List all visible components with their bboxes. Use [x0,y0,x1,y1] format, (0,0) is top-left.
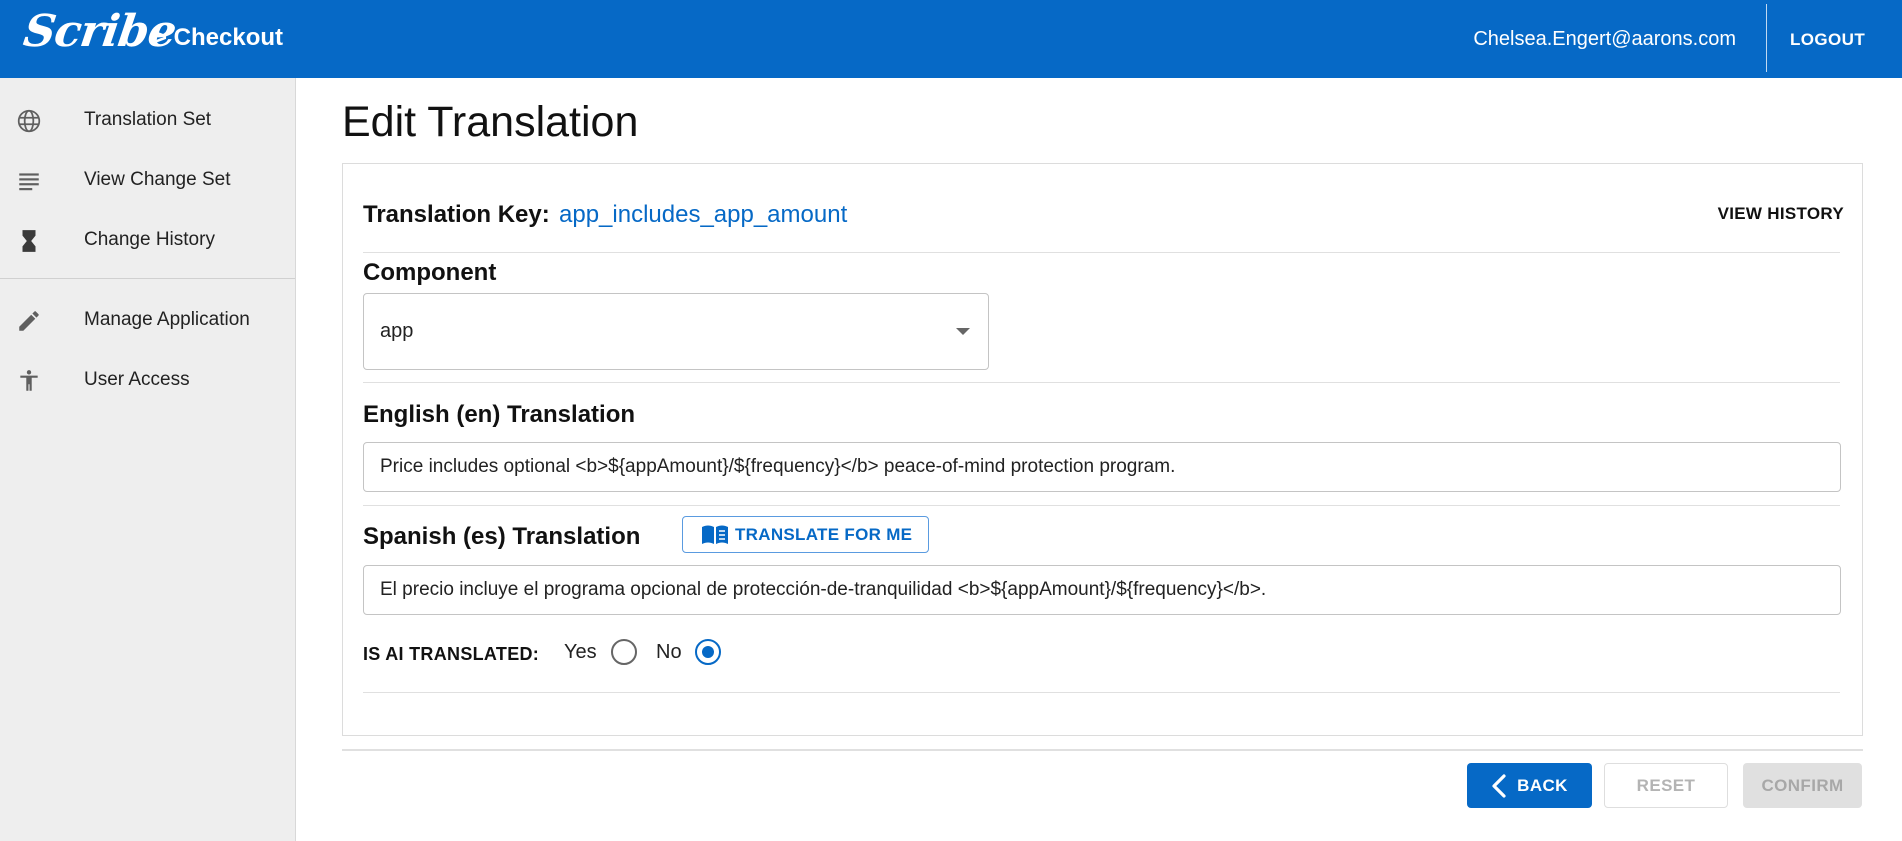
sidebar-item-label: Change History [84,229,215,250]
component-selected-value: app [380,320,414,342]
sidebar-item-view-change-set[interactable]: View Change Set [0,156,295,204]
pencil-icon [16,308,42,334]
sidebar-item-manage-application[interactable]: Manage Application [0,296,295,344]
header-divider [1766,4,1767,72]
actions-divider [342,749,1863,751]
component-label: Component [363,259,497,286]
english-translation-label: English (en) Translation [363,401,636,428]
translate-for-me-label: TRANSLATE FOR ME [735,524,913,544]
sidebar-item-change-history[interactable]: Change History [0,216,295,264]
globe-icon [16,108,42,134]
user-email: Chelsea.Engert@aarons.com [1473,28,1736,50]
sidebar-item-label: Manage Application [84,309,250,330]
section-divider [363,692,1840,693]
back-button-label: BACK [1517,775,1568,795]
accessibility-icon [16,368,42,394]
breadcrumb: > Checkout [153,24,284,51]
list-lines-icon [16,168,42,194]
section-divider [363,252,1840,253]
translation-key-value: app_includes_app_amount [559,201,848,228]
section-divider [363,382,1840,383]
page-title: Edit Translation [342,98,639,146]
sidebar-item-label: View Change Set [84,169,231,190]
sidebar: Translation Set View Change Set Change H… [0,78,296,841]
sidebar-item-translation-set[interactable]: Translation Set [0,96,295,144]
component-select[interactable]: app [363,293,989,370]
sidebar-item-label: Translation Set [84,109,212,130]
ai-translated-label: IS AI TRANSLATED: [363,644,540,664]
confirm-button[interactable]: CONFIRM [1743,763,1862,808]
caret-down-icon [956,328,970,335]
ai-yes-radio[interactable] [611,639,637,665]
spanish-translation-input[interactable] [363,565,1841,615]
ai-no-label: No [656,641,682,663]
book-icon [702,525,728,544]
reset-button[interactable]: RESET [1604,763,1728,808]
ai-no-radio[interactable] [695,639,721,665]
hourglass-icon [16,228,42,254]
edit-translation-card: Translation Key: app_includes_app_amount… [342,163,1863,736]
logout-button[interactable]: LOGOUT [1790,30,1865,50]
ai-yes-label: Yes [564,641,597,663]
section-divider [363,505,1840,506]
back-button[interactable]: BACK [1467,763,1592,808]
translation-key-label: Translation Key: [363,201,550,228]
sidebar-item-user-access[interactable]: User Access [0,356,295,404]
sidebar-item-label: User Access [84,369,190,390]
english-translation-input[interactable] [363,442,1841,492]
translate-for-me-button[interactable]: TRANSLATE FOR ME [682,516,929,553]
chevron-left-icon [1492,773,1506,798]
top-app-bar: Scribe > Checkout Chelsea.Engert@aarons.… [0,0,1902,78]
sidebar-divider [0,278,295,279]
view-history-button[interactable]: VIEW HISTORY [1708,202,1854,226]
spanish-translation-label: Spanish (es) Translation [363,523,641,550]
